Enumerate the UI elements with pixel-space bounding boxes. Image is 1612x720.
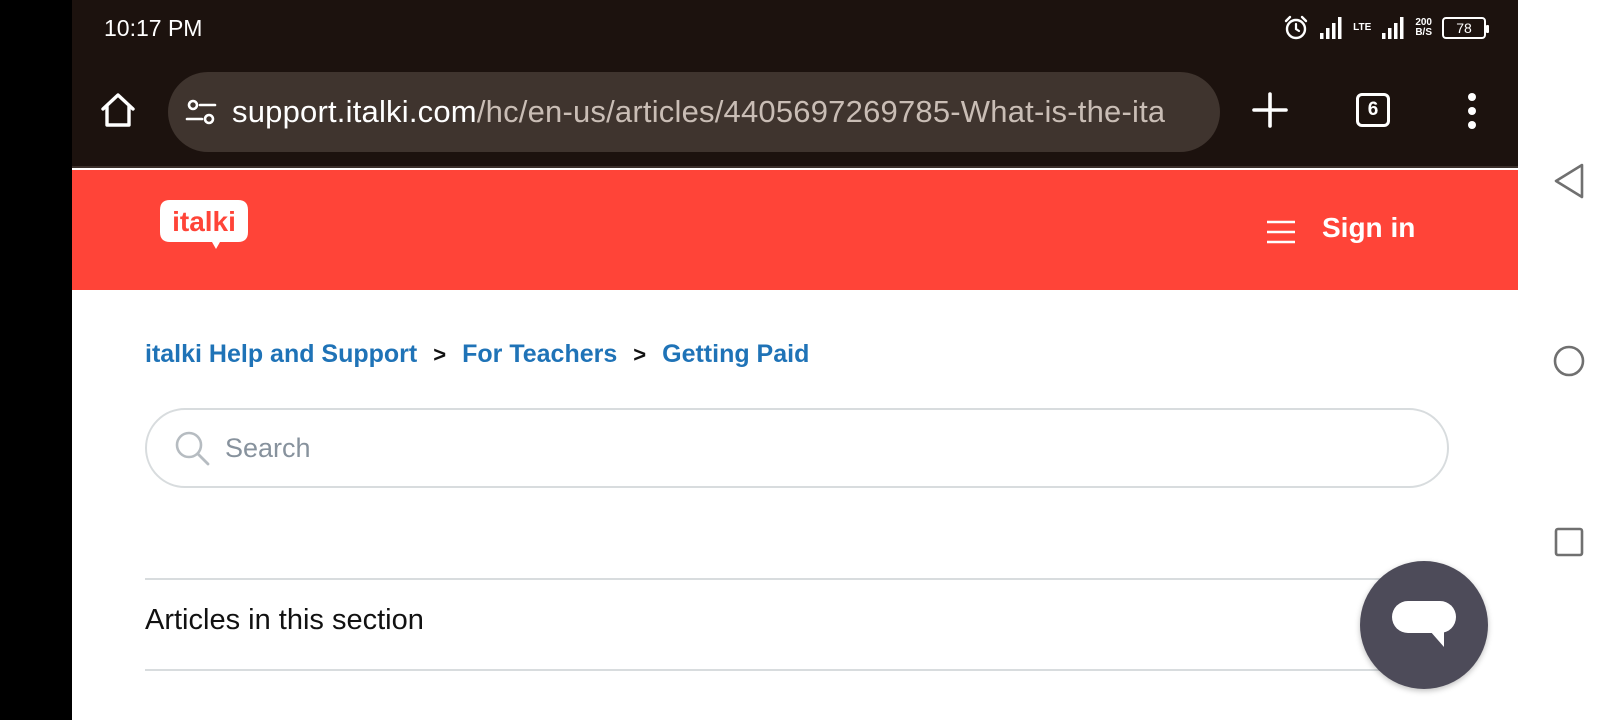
tab-count: 6 — [1367, 99, 1379, 120]
url-text[interactable]: support.italki.com/hc/en-us/articles/440… — [232, 94, 1165, 130]
logo-text: italki — [172, 206, 236, 237]
url-host: support.italki.com — [232, 94, 477, 129]
search-box[interactable] — [145, 408, 1449, 488]
url-bar[interactable]: support.italki.com/hc/en-us/articles/440… — [168, 72, 1220, 152]
breadcrumb: italki Help and Support > For Teachers >… — [145, 340, 809, 369]
search-icon — [175, 431, 210, 466]
breadcrumb-item-for-teachers[interactable]: For Teachers — [462, 340, 617, 369]
network-type-label: LTE — [1353, 22, 1372, 33]
chat-bubble-icon — [1392, 601, 1456, 647]
status-time: 10:17 PM — [104, 15, 203, 41]
browser-toolbar: support.italki.com/hc/en-us/articles/440… — [72, 56, 1518, 168]
network-speed: 200 B/S — [1415, 18, 1432, 38]
breadcrumb-item-getting-paid[interactable]: Getting Paid — [662, 340, 809, 369]
more-vert-icon[interactable] — [1466, 92, 1478, 130]
battery-level: 78 — [1456, 20, 1472, 36]
screen: 10:17 PM LTE 200 B/S 78 support.italki.c… — [0, 0, 1612, 720]
alarm-icon — [1284, 15, 1308, 40]
android-nav-bar — [1518, 0, 1612, 720]
section-divider — [145, 669, 1449, 671]
signal-lte-icon — [1382, 17, 1404, 39]
home-nav-icon[interactable] — [1552, 344, 1586, 378]
breadcrumb-separator: > — [433, 341, 447, 367]
chat-widget-button[interactable] — [1360, 561, 1488, 689]
signal-icon — [1320, 17, 1342, 39]
home-icon[interactable] — [98, 90, 138, 130]
back-icon[interactable] — [1552, 162, 1586, 200]
network-speed-unit: B/S — [1415, 27, 1432, 38]
site-header: italki Sign in — [72, 170, 1518, 290]
battery-icon: 78 — [1442, 17, 1489, 39]
italki-logo[interactable]: italki — [158, 198, 250, 250]
plus-icon[interactable] — [1250, 90, 1290, 130]
tab-switcher-button[interactable]: 6 — [1356, 93, 1390, 127]
breadcrumb-separator: > — [633, 341, 647, 367]
tune-icon[interactable] — [184, 95, 218, 129]
status-bar: 10:17 PM LTE 200 B/S 78 — [72, 0, 1518, 56]
section-divider — [145, 578, 1449, 580]
url-path: /hc/en-us/articles/4405697269785-What-is… — [476, 94, 1166, 129]
status-icons: LTE 200 B/S 78 — [1283, 14, 1489, 42]
hamburger-icon[interactable] — [1266, 220, 1296, 244]
sign-in-link[interactable]: Sign in — [1322, 212, 1415, 244]
phone-screen: 10:17 PM LTE 200 B/S 78 support.italki.c… — [72, 0, 1518, 720]
recent-apps-icon[interactable] — [1554, 527, 1584, 557]
breadcrumb-item-help-and-support[interactable]: italki Help and Support — [145, 340, 417, 369]
articles-section-title[interactable]: Articles in this section — [145, 604, 424, 637]
search-input[interactable] — [225, 432, 1325, 464]
